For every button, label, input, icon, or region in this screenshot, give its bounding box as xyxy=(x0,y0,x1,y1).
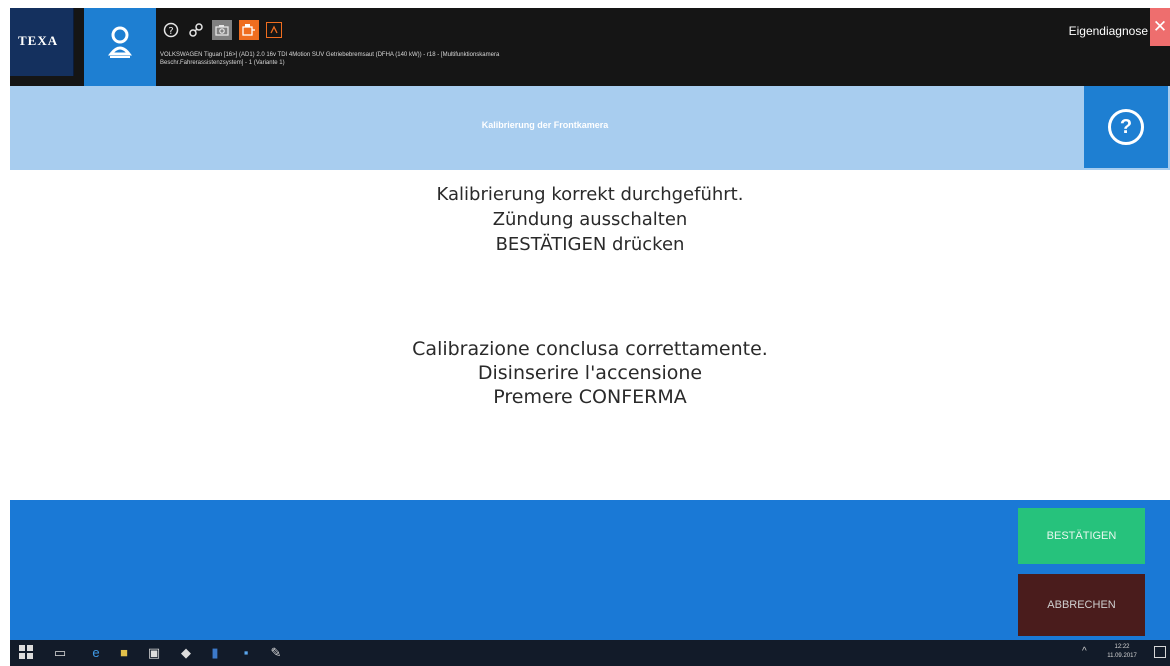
camera-icon[interactable] xyxy=(212,20,232,40)
vehicle-info-line1: VOLKSWAGEN Tiguan [16>] (AD1) 2.0 16v TD… xyxy=(160,52,500,58)
confirm-button[interactable]: BESTÄTIGEN xyxy=(1018,508,1145,564)
user-icon xyxy=(108,26,132,58)
vehicle-info: VOLKSWAGEN Tiguan [16>] (AD1) 2.0 16v TD… xyxy=(160,51,860,67)
message-area: Kalibrierung korrekt durchgeführt. Zündu… xyxy=(10,170,1170,500)
app-window: TEXA ? VOLKSWAGEN Tiguan [16>] (AD1) 2.0… xyxy=(10,8,1170,666)
report-icon[interactable] xyxy=(266,22,282,38)
message-german: Kalibrierung korrekt durchgeführt. Zündu… xyxy=(10,182,1170,257)
action-bar: BESTÄTIGEN ABBRECHEN xyxy=(10,500,1170,640)
vehicle-info-line2: Beschr.Fahrerassistenzsystem] - 1 (Varia… xyxy=(160,60,285,66)
app-icon[interactable]: ✎ xyxy=(268,645,284,661)
app-icon[interactable]: ▮ xyxy=(207,645,223,661)
message-italian: Calibrazione conclusa correttamente. Dis… xyxy=(10,337,1170,409)
header-bar: TEXA ? VOLKSWAGEN Tiguan [16>] (AD1) 2.0… xyxy=(10,8,1170,86)
message-line: Zündung ausschalten xyxy=(492,209,688,230)
message-line: Premere CONFERMA xyxy=(493,386,687,408)
car-battery-icon[interactable] xyxy=(239,20,259,40)
app-icon[interactable]: ▪ xyxy=(238,645,254,661)
clock-date: 11.09.2017 xyxy=(1107,653,1137,659)
message-line: Disinserire l'accensione xyxy=(477,362,703,384)
app-icon[interactable]: ◆ xyxy=(178,645,194,661)
help-circle-icon[interactable]: ? xyxy=(162,20,180,40)
notification-icon[interactable] xyxy=(1154,646,1166,658)
store-icon[interactable]: ▣ xyxy=(146,645,162,661)
link-icon[interactable] xyxy=(187,20,205,40)
clock-time: 12:22 xyxy=(1114,644,1130,650)
question-mark-icon: ? xyxy=(1108,109,1144,145)
message-line: Calibrazione conclusa correttamente. xyxy=(412,338,768,360)
message-line: BESTÄTIGEN drücken xyxy=(495,234,685,255)
texa-logo: TEXA xyxy=(10,8,74,76)
edge-browser-icon[interactable]: e xyxy=(88,645,104,661)
brand-name: TEXA xyxy=(18,33,59,48)
windows-start-icon[interactable] xyxy=(18,645,34,661)
close-button[interactable]: ✕ xyxy=(1150,8,1170,46)
windows-taskbar: ▭ e ■ ▣ ◆ ▮ ▪ ✎ ^ 12:22 11.09.2017 xyxy=(10,640,1170,666)
file-explorer-icon[interactable]: ■ xyxy=(116,645,132,661)
message-line: Kalibrierung korrekt durchgeführt. xyxy=(436,184,744,205)
task-view-icon[interactable]: ▭ xyxy=(52,645,68,661)
self-diagnosis-label[interactable]: Eigendiagnose xyxy=(1069,24,1148,38)
toolbar: ? xyxy=(162,18,282,42)
user-profile-button[interactable] xyxy=(84,8,156,86)
title-bar: Kalibrierung der Frontkamera ? xyxy=(10,86,1170,170)
help-button[interactable]: ? xyxy=(1084,86,1168,168)
system-clock[interactable]: 12:22 11.09.2017 xyxy=(1094,643,1150,661)
cancel-button[interactable]: ABBRECHEN xyxy=(1018,574,1145,636)
page-title: Kalibrierung der Frontkamera xyxy=(481,120,609,130)
tray-expand-icon[interactable]: ^ xyxy=(1082,646,1087,657)
svg-text:?: ? xyxy=(168,26,173,37)
